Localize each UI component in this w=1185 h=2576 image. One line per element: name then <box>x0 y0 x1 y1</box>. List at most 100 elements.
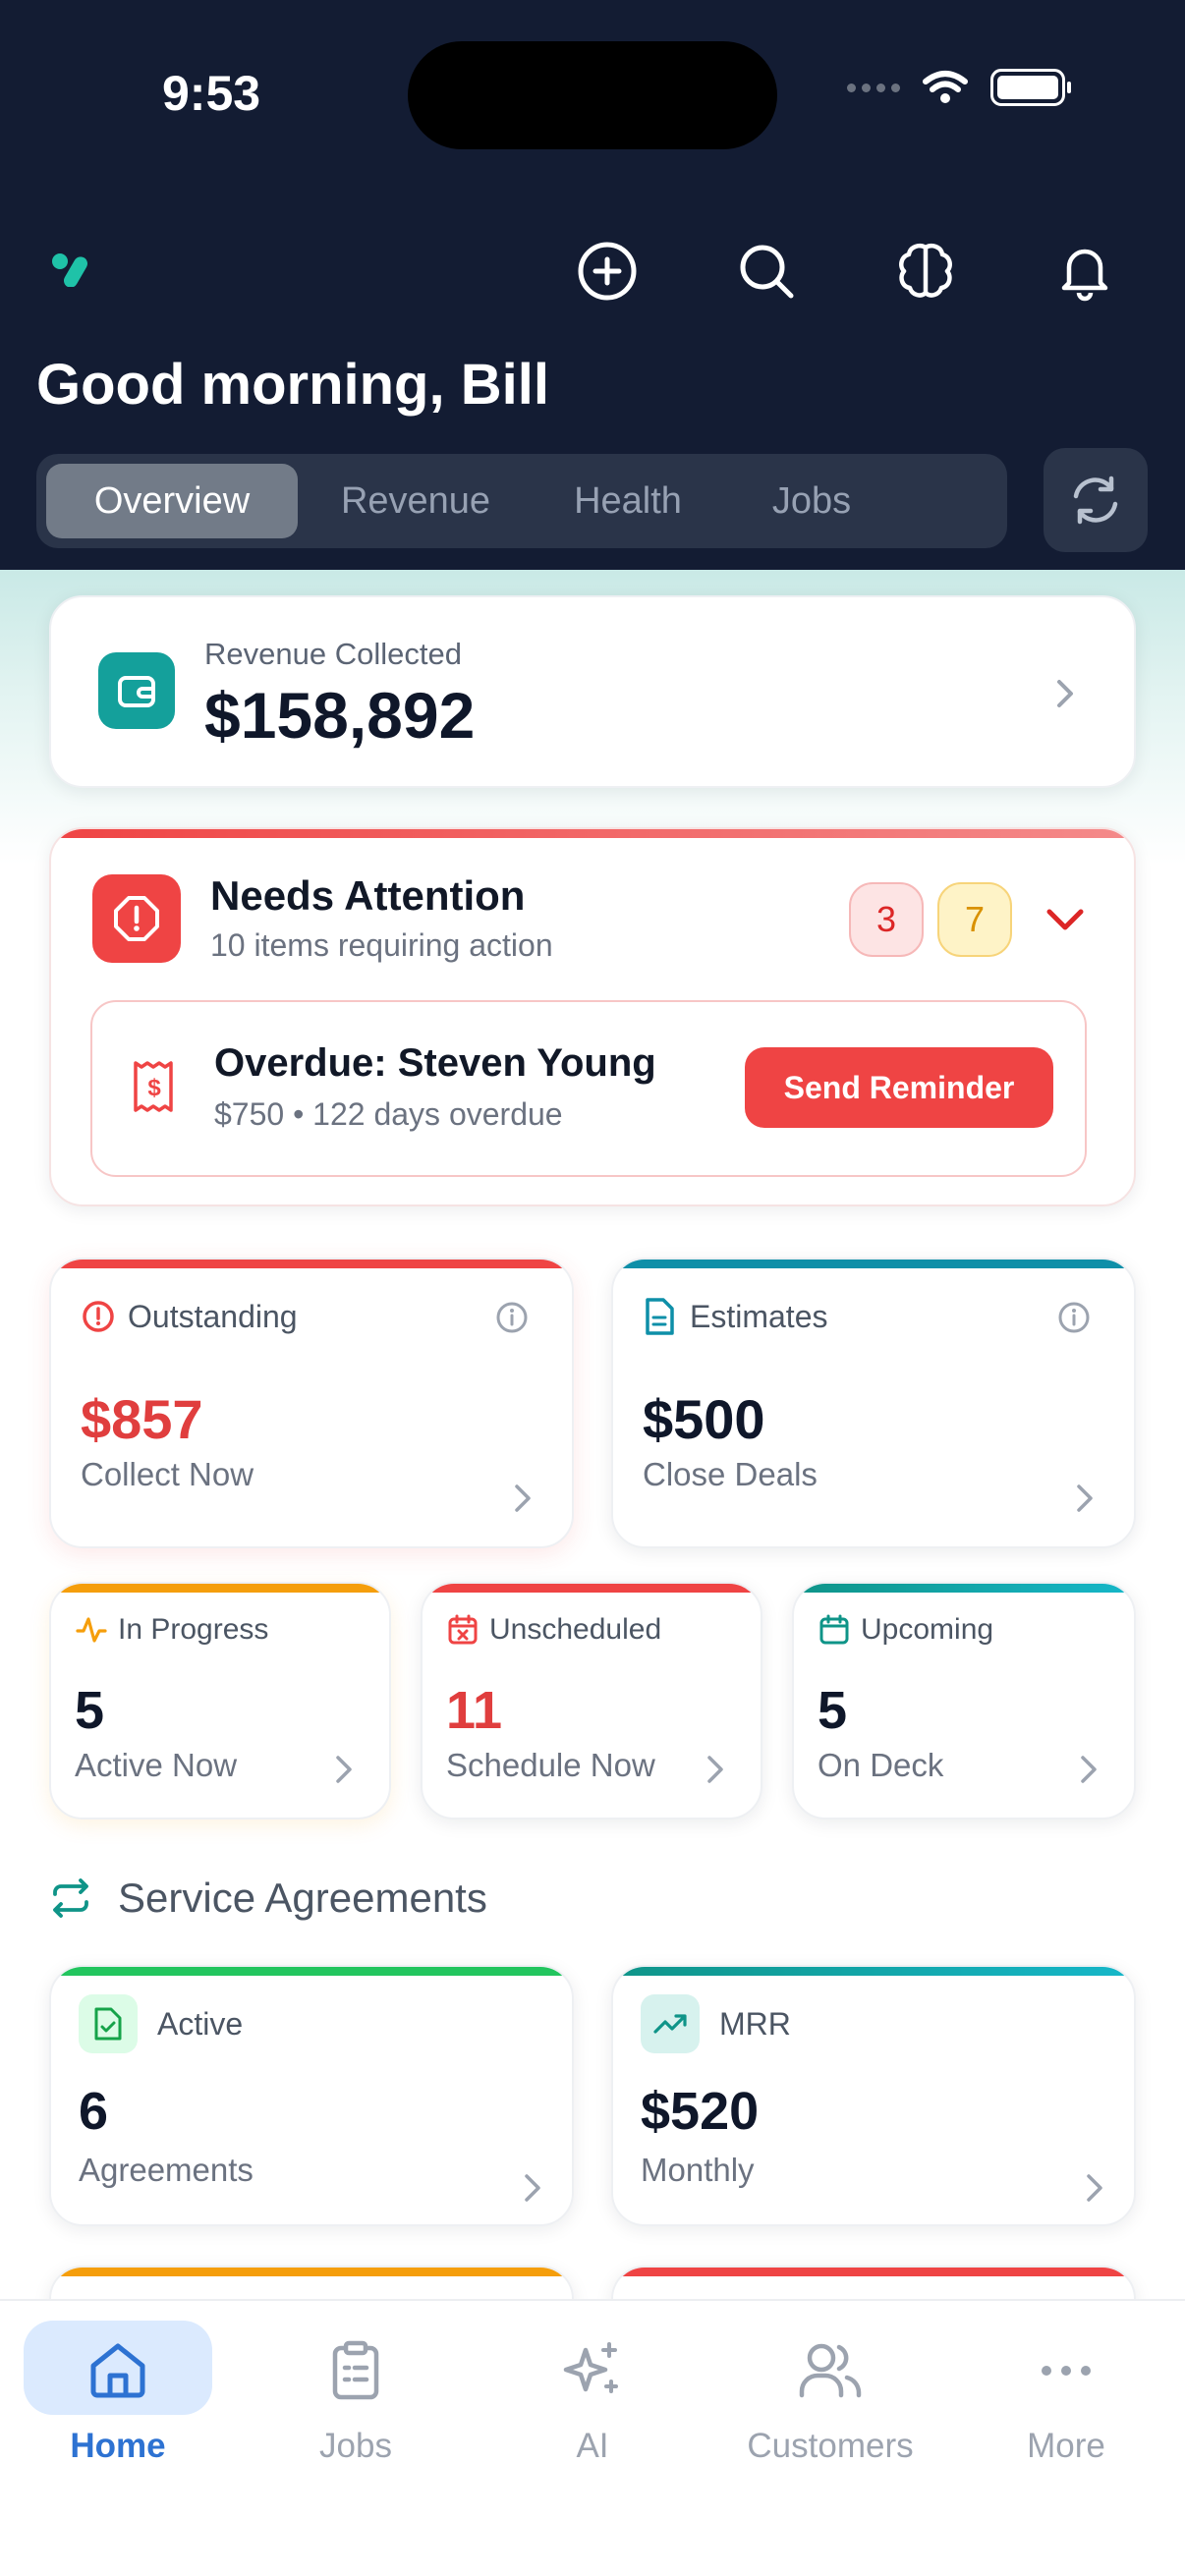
trending-up-icon <box>641 1994 700 2053</box>
chevron-right-icon <box>707 1756 723 1783</box>
outstanding-value: $857 <box>81 1388 203 1450</box>
estimates-card[interactable]: Estimates $500 Close Deals <box>611 1258 1136 1548</box>
unscheduled-sub: Schedule Now <box>446 1747 655 1783</box>
status-time: 9:53 <box>162 66 261 121</box>
send-reminder-button[interactable]: Send Reminder <box>745 1047 1053 1128</box>
nav-jobs[interactable]: Jobs <box>257 2311 454 2507</box>
in-progress-sub: Active Now <box>75 1747 238 1783</box>
section-title: Service Agreements <box>118 1875 487 1921</box>
chevron-right-icon <box>515 1484 531 1512</box>
repeat-icon <box>53 1878 88 1918</box>
receipt-icon: $ <box>134 1061 173 1112</box>
revenue-label: Revenue Collected <box>204 637 462 671</box>
dynamic-island <box>408 41 777 149</box>
in-progress-accent-bar <box>51 1584 389 1593</box>
unscheduled-value: 11 <box>446 1681 503 1740</box>
warning-count-badge: 7 <box>937 882 1012 957</box>
document-icon <box>646 1298 674 1335</box>
add-icon[interactable] <box>572 236 643 307</box>
mrr-accent-bar <box>613 1967 1134 1976</box>
calendar-x-icon <box>448 1614 478 1645</box>
chevron-right-icon <box>525 2174 540 2202</box>
attention-title: Needs Attention <box>210 872 526 919</box>
attention-subtitle: 10 items requiring action <box>210 927 553 963</box>
outstanding-sub: Collect Now <box>81 1456 254 1492</box>
estimates-value: $500 <box>643 1388 765 1450</box>
attention-accent-bar <box>51 829 1134 838</box>
chevron-right-icon <box>336 1756 352 1783</box>
outstanding-card[interactable]: Outstanding $857 Collect Now <box>49 1258 574 1548</box>
upcoming-value: 5 <box>818 1681 848 1740</box>
active-agreements-card[interactable]: Active 6 Agreements <box>49 1965 574 2226</box>
users-icon <box>799 2343 862 2398</box>
mrr-value: $520 <box>641 2082 760 2141</box>
alert-icon <box>92 874 181 963</box>
clipboard-icon <box>332 2340 379 2400</box>
bottom-nav: Home Jobs AI Customers More <box>0 2299 1185 2576</box>
estimates-sub: Close Deals <box>643 1456 818 1492</box>
svg-text:$: $ <box>147 1075 161 1101</box>
overdue-detail: $750 • 122 days overdue <box>214 1096 563 1132</box>
app-logo <box>51 252 96 292</box>
tab-overview[interactable]: Overview <box>46 464 298 538</box>
active-label: Active <box>157 2006 244 2042</box>
mrr-card[interactable]: MRR $520 Monthly <box>611 1965 1136 2226</box>
upcoming-card[interactable]: Upcoming 5 On Deck <box>792 1582 1136 1820</box>
partial-accent-bar-amber <box>51 2268 572 2276</box>
active-accent-bar <box>51 1967 572 1976</box>
unscheduled-card[interactable]: Unscheduled 11 Schedule Now <box>421 1582 762 1820</box>
nav-label: Customers <box>747 2427 914 2465</box>
estimates-label: Estimates <box>690 1299 828 1334</box>
nav-label: AI <box>576 2427 609 2465</box>
nav-label: Home <box>70 2427 166 2465</box>
chevron-right-icon <box>1077 1484 1093 1512</box>
nav-ai[interactable]: AI <box>494 2311 691 2507</box>
greeting-title: Good morning, Bill <box>36 353 549 417</box>
mrr-sub: Monthly <box>641 2152 755 2188</box>
upcoming-accent-bar <box>794 1584 1134 1593</box>
upcoming-label: Upcoming <box>861 1613 994 1646</box>
refresh-icon <box>1073 476 1118 525</box>
needs-attention-card: Needs Attention 10 items requiring actio… <box>49 827 1136 1206</box>
mrr-label: MRR <box>719 2006 791 2042</box>
upcoming-sub: On Deck <box>818 1747 944 1783</box>
unscheduled-accent-bar <box>423 1584 761 1593</box>
revenue-card[interactable]: Revenue Collected $158,892 <box>49 595 1136 788</box>
active-value: 6 <box>79 2082 109 2141</box>
revenue-value: $158,892 <box>204 679 476 752</box>
file-check-icon <box>79 1994 138 2053</box>
overdue-title: Overdue: Steven Young <box>214 1041 656 1085</box>
tab-revenue[interactable]: Revenue <box>298 464 534 538</box>
estimates-accent-bar <box>613 1260 1134 1268</box>
info-icon[interactable] <box>1057 1301 1091 1334</box>
activity-icon <box>76 1617 107 1643</box>
active-sub: Agreements <box>79 2152 254 2188</box>
chevron-right-icon <box>1057 680 1073 707</box>
brain-icon[interactable] <box>890 236 961 307</box>
tab-jobs[interactable]: Jobs <box>722 464 901 538</box>
alert-circle-icon <box>83 1301 114 1332</box>
overdue-item: $ Overdue: Steven Young $750 • 122 days … <box>90 1000 1087 1177</box>
search-icon[interactable] <box>731 236 802 307</box>
nav-label: More <box>1027 2427 1105 2465</box>
chevron-down-icon[interactable] <box>1044 906 1087 935</box>
wallet-icon <box>98 652 175 729</box>
nav-label: Jobs <box>319 2427 392 2465</box>
nav-more[interactable]: More <box>968 2311 1164 2507</box>
in-progress-value: 5 <box>75 1681 105 1740</box>
status-icons <box>847 69 1071 106</box>
chevron-right-icon <box>1087 2174 1102 2202</box>
home-icon <box>90 2343 145 2398</box>
outstanding-accent-bar <box>51 1260 572 1268</box>
chevron-right-icon <box>1081 1756 1097 1783</box>
nav-customers[interactable]: Customers <box>732 2311 929 2507</box>
unscheduled-label: Unscheduled <box>489 1613 662 1646</box>
refresh-button[interactable] <box>1044 448 1148 552</box>
signal-icon <box>847 83 900 92</box>
in-progress-card[interactable]: In Progress 5 Active Now <box>49 1582 391 1820</box>
bell-icon[interactable] <box>1049 236 1120 307</box>
info-icon[interactable] <box>495 1301 529 1334</box>
tab-health[interactable]: Health <box>534 464 722 538</box>
more-icon <box>1042 2366 1091 2376</box>
nav-home[interactable]: Home <box>20 2311 216 2507</box>
